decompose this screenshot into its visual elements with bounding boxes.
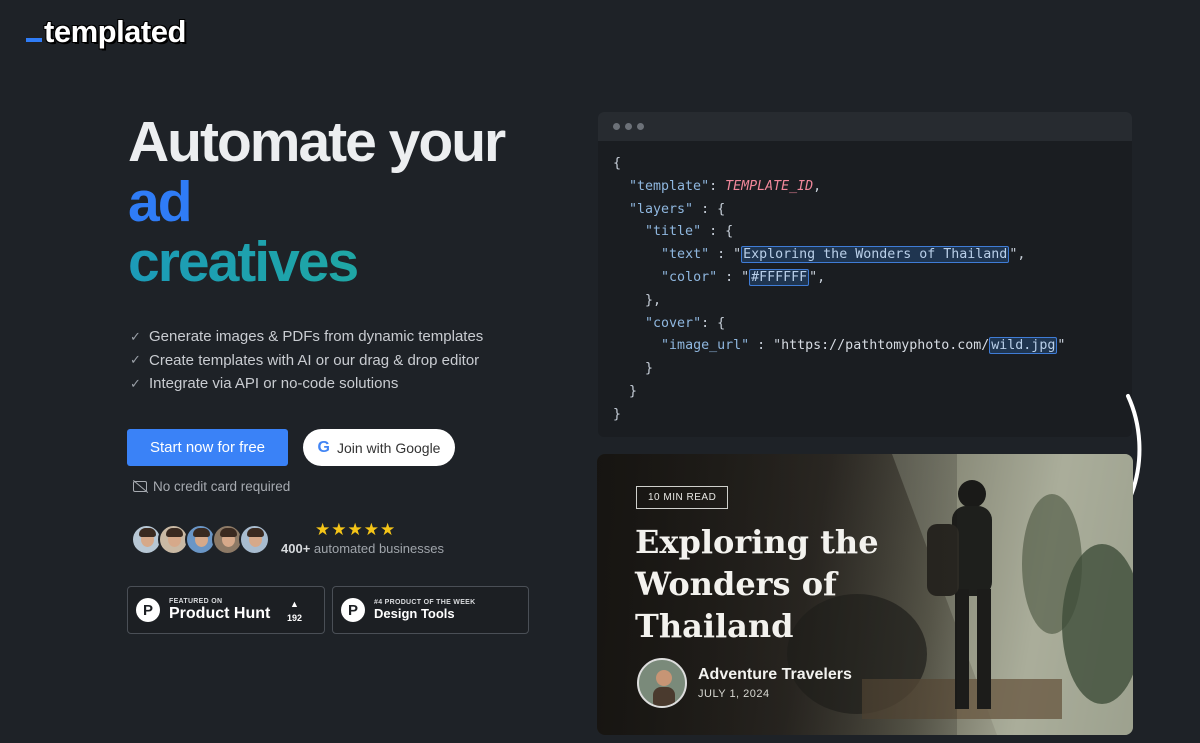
highlight-color-value: #FFFFFF <box>749 268 810 286</box>
product-hunt-badge[interactable]: P FEATURED ON Product Hunt ▲ 192 <box>127 586 325 634</box>
card-title: Exploring the Wonders of Thailand <box>635 523 879 645</box>
code-line: "text" : " Exploring the Wonders of Thail… <box>661 246 1026 264</box>
headline-line-2: ad <box>128 170 193 234</box>
code-line: "layers" : { <box>629 201 726 217</box>
read-time-badge: 10 MIN READ <box>636 486 729 509</box>
hero-headline: Automate your ad creatives <box>128 112 568 292</box>
author-avatar <box>637 658 687 708</box>
business-count-number: 400+ <box>281 541 311 556</box>
highlight-text-value: Exploring the Wonders of Thailand <box>741 246 1010 264</box>
customer-avatars <box>131 524 270 555</box>
upvote-count: ▲ 192 <box>287 597 302 625</box>
feature-item: ✓ Integrate via API or no-code solutions <box>130 372 483 396</box>
potw-category: Design Tools <box>374 605 455 621</box>
code-line: "template": TEMPLATE_ID, <box>629 178 822 194</box>
ph-featured-label: FEATURED ON <box>169 597 223 605</box>
check-icon: ✓ <box>130 375 141 391</box>
business-count-label: automated businesses <box>310 541 444 556</box>
logo-text: templated <box>44 14 186 49</box>
join-google-label: Join with Google <box>336 439 441 456</box>
check-icon: ✓ <box>130 328 141 344</box>
avatar <box>239 524 270 555</box>
rating-stars: ★★★★★ <box>315 520 397 539</box>
logo-underscore <box>26 38 42 42</box>
headline-line-1: Automate your <box>128 110 506 174</box>
feature-item: ✓ Generate images & PDFs from dynamic te… <box>130 325 483 349</box>
json-code: { "template": TEMPLATE_ID, "layers" : { … <box>598 141 1132 427</box>
code-line: "image_url" : "https://pathtomyphoto.com… <box>661 337 1066 355</box>
author-name: Adventure Travelers <box>698 666 852 683</box>
start-free-button[interactable]: Start now for free <box>127 429 288 466</box>
feature-text: Generate images & PDFs from dynamic temp… <box>149 328 484 346</box>
product-hunt-icon: P <box>136 598 160 622</box>
product-of-week-badge[interactable]: P #4 PRODUCT OF THE WEEK Design Tools <box>332 586 529 634</box>
code-line: "color" : " #FFFFFF ", <box>661 268 826 286</box>
upvote-number: 192 <box>286 613 302 623</box>
no-card-icon <box>133 481 147 492</box>
code-window: { "template": TEMPLATE_ID, "layers" : { … <box>598 112 1132 437</box>
check-icon: ✓ <box>130 352 141 368</box>
window-dot-icon <box>625 123 632 130</box>
code-line: { <box>613 156 622 171</box>
code-line: }, <box>613 292 662 308</box>
feature-text: Create templates with AI or our drag & d… <box>149 351 480 369</box>
upvote-icon: ▲ <box>290 599 299 609</box>
no-credit-card-note: No credit card required <box>133 479 290 494</box>
headline-line-3: creatives <box>128 232 568 292</box>
publish-date: JULY 1, 2024 <box>698 688 770 700</box>
feature-text: Integrate via API or no-code solutions <box>149 375 399 393</box>
logo[interactable]: templated <box>26 14 186 50</box>
window-titlebar <box>598 112 1132 141</box>
no-card-text: No credit card required <box>153 479 291 494</box>
generated-creative-card: 10 MIN READ Exploring the Wonders of Tha… <box>597 454 1133 735</box>
feature-item: ✓ Create templates with AI or our drag &… <box>130 349 483 373</box>
product-hunt-icon: P <box>341 598 365 622</box>
window-dot-icon <box>637 123 644 130</box>
code-line: } <box>613 361 654 377</box>
google-icon: G <box>317 438 330 456</box>
potw-label: #4 PRODUCT OF THE WEEK <box>374 598 476 606</box>
business-count: 400+ automated businesses <box>281 541 444 556</box>
ph-name: Product Hunt <box>169 604 271 622</box>
code-line: "title" : { <box>645 224 734 240</box>
window-dot-icon <box>613 123 620 130</box>
code-line: "cover": { <box>645 315 726 331</box>
join-google-button[interactable]: G Join with Google <box>303 429 455 466</box>
highlight-image-value: wild.jpg <box>989 337 1058 355</box>
feature-list: ✓ Generate images & PDFs from dynamic te… <box>130 325 483 396</box>
